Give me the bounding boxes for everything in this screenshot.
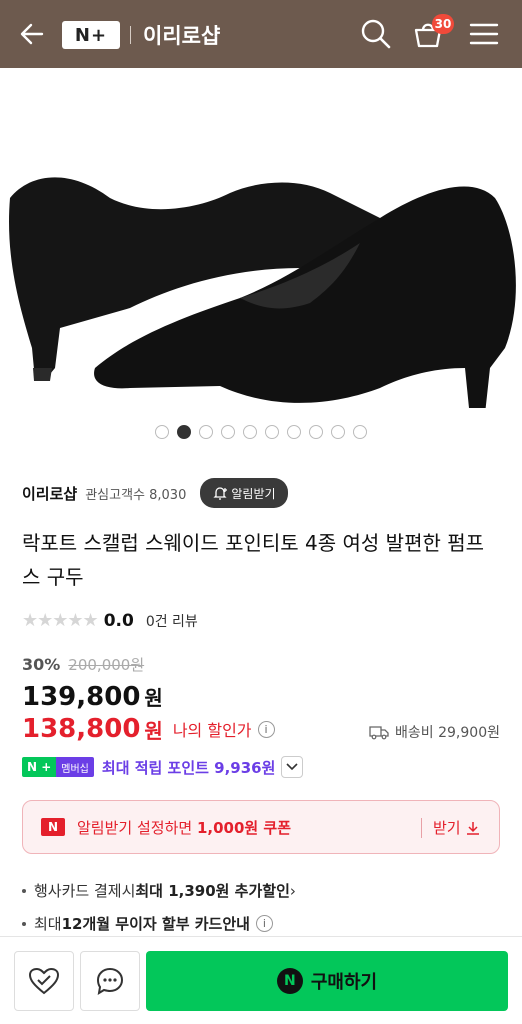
chevron-down-icon[interactable] <box>281 756 304 778</box>
info-icon[interactable]: i <box>257 720 275 738</box>
truck-icon <box>369 726 389 740</box>
image-pagination-dots <box>0 425 522 439</box>
shoe-image <box>9 177 516 420</box>
store-info-row: 이리로샵 관심고객수 8,030 알림받기 <box>22 478 288 508</box>
info-icon[interactable]: i <box>255 915 273 932</box>
installment-info[interactable]: 최대 12개월 무이자 할부 카드안내 i <box>22 913 273 934</box>
buy-button[interactable]: N 구매하기 <box>146 951 508 1011</box>
cart-count-badge: 30 <box>432 14 454 34</box>
pagination-dot[interactable] <box>287 425 301 439</box>
buy-button-label: 구매하기 <box>310 972 378 993</box>
wishlist-button[interactable] <box>14 951 74 1011</box>
heart-check-icon <box>28 967 60 995</box>
alarm-subscribe-button[interactable]: 알림받기 <box>200 478 288 508</box>
top-header: N+ 이리로샵 30 <box>0 0 522 68</box>
product-image[interactable] <box>0 68 522 420</box>
menu-icon[interactable] <box>468 18 500 50</box>
naver-plus-badge: N + <box>22 757 57 777</box>
chat-icon <box>96 967 124 995</box>
coupon-text: 알림받기 설정하면 1,000원 쿠폰 <box>77 818 292 837</box>
search-icon[interactable] <box>360 18 392 50</box>
bullet-dot <box>22 888 26 893</box>
pagination-dot[interactable] <box>155 425 169 439</box>
shipping-fee[interactable]: 배송비 29,900원 <box>369 722 500 742</box>
pagination-dot[interactable] <box>353 425 367 439</box>
sale-price-value: 139,800 <box>22 682 141 712</box>
fan-count: 관심고객수 8,030 <box>85 487 187 503</box>
original-price: 200,000원 <box>68 656 145 674</box>
pagination-dot[interactable] <box>309 425 323 439</box>
download-icon <box>466 821 479 835</box>
bullet-dot <box>22 921 26 926</box>
pagination-dot[interactable] <box>243 425 257 439</box>
membership-row[interactable]: N + 멤버십 최대 적립 포인트 9,936원 <box>22 756 304 778</box>
pagination-dot[interactable] <box>331 425 345 439</box>
naver-plus-logo: N+ <box>62 21 120 49</box>
my-price-row: 138,800 원 나의 할인가 i <box>22 714 275 744</box>
membership-badge: N + 멤버십 <box>22 757 94 777</box>
shop-title: 이리로샵 <box>143 24 221 48</box>
store-logo[interactable]: N+ 이리로샵 <box>62 20 220 50</box>
pagination-dot-active[interactable] <box>177 425 191 439</box>
naver-pay-icon: N <box>276 968 303 994</box>
star-rating: ★★★★★ <box>22 610 99 631</box>
talk-button[interactable] <box>80 951 140 1011</box>
coupon-divider <box>421 818 422 838</box>
store-name[interactable]: 이리로샵 <box>22 483 77 504</box>
coupon-n-icon: N <box>41 818 65 836</box>
discount-row: 30% 200,000원 <box>22 654 144 675</box>
my-price-unit: 원 <box>144 718 163 743</box>
alarm-button-label: 알림받기 <box>231 486 276 501</box>
logo-divider <box>130 26 131 44</box>
shipping-fee-text: 배송비 29,900원 <box>395 725 500 741</box>
my-price-value: 138,800 <box>22 714 141 744</box>
coupon-banner[interactable]: N 알림받기 설정하면 1,000원 쿠폰 받기 <box>22 800 500 854</box>
review-count[interactable]: 0건 리뷰 <box>146 611 198 631</box>
card-discount-info[interactable]: 행사카드 결제시 최대 1,390원 추가할인 › <box>22 880 296 901</box>
sale-price-unit: 원 <box>144 686 163 710</box>
bottom-action-bar: N 구매하기 <box>0 936 522 1024</box>
pagination-dot[interactable] <box>199 425 213 439</box>
pagination-dot[interactable] <box>265 425 279 439</box>
rating-score: 0.0 <box>103 610 134 631</box>
product-title: 락포트 스캘럽 스웨이드 포인티토 4종 여성 발편한 펌프스 구두 <box>22 531 485 589</box>
coupon-get-label: 받기 <box>433 819 461 837</box>
my-price-label: 나의 할인가 <box>172 721 252 740</box>
discount-percent: 30% <box>22 655 61 674</box>
back-arrow-icon[interactable] <box>18 20 46 48</box>
rating-row[interactable]: ★★★★★ 0.0 0건 리뷰 <box>22 610 198 631</box>
membership-label: 멤버십 <box>56 757 94 777</box>
sale-price: 139,800 원 <box>22 682 163 712</box>
pagination-dot[interactable] <box>221 425 235 439</box>
coupon-get-button[interactable]: 받기 <box>433 817 481 838</box>
bell-plus-icon <box>213 487 228 500</box>
max-points: 최대 적립 포인트 9,936원 <box>101 758 276 777</box>
